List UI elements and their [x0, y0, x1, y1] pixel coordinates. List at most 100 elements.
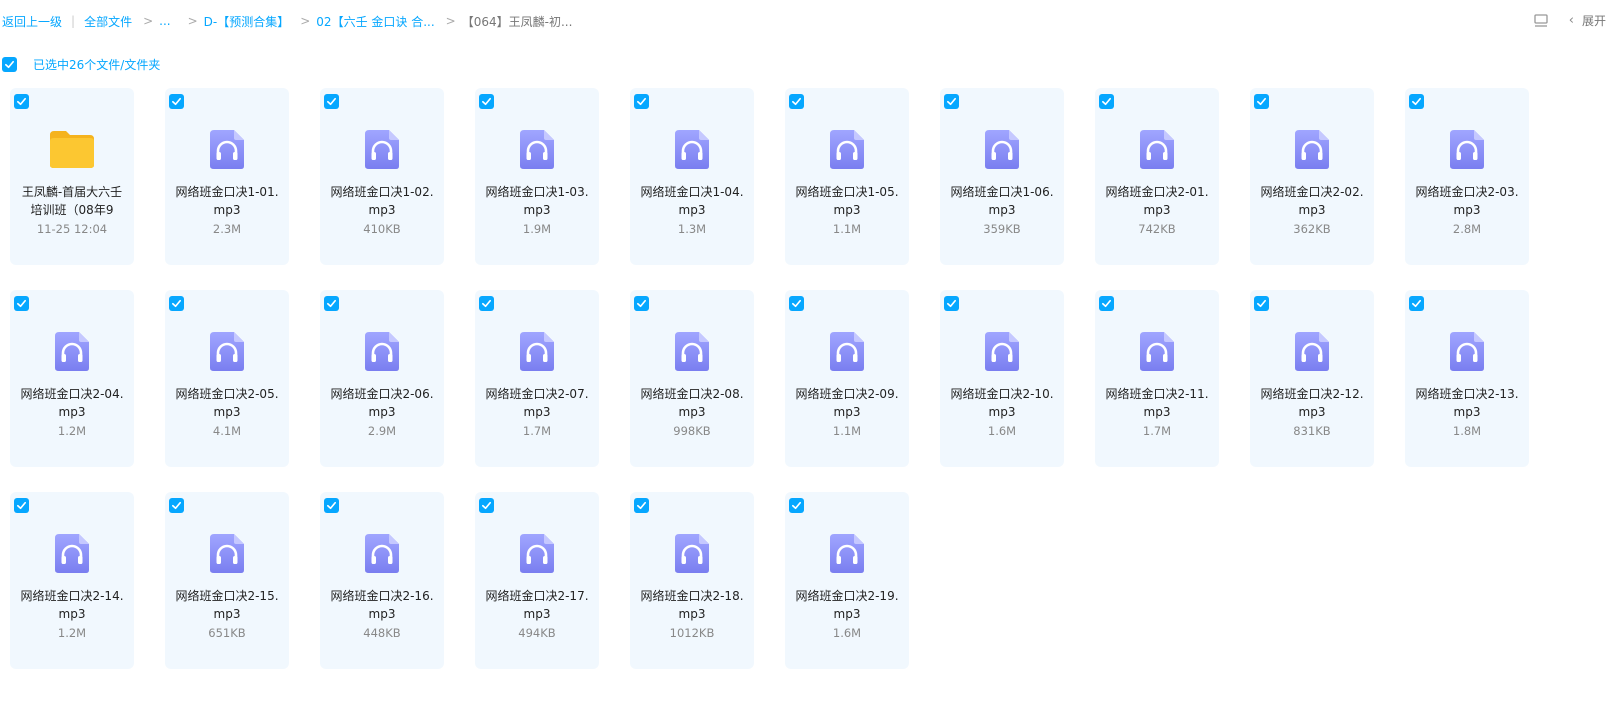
file-card[interactable]: 网络班金口决2-12.mp3 831KB	[1250, 290, 1374, 467]
check-icon	[17, 299, 26, 308]
file-card[interactable]: 网络班金口决2-02.mp3 362KB	[1250, 88, 1374, 265]
file-name: 网络班金口决2-02.mp3	[1260, 185, 1364, 217]
file-card[interactable]: 网络班金口决2-14.mp3 1.2M	[10, 492, 134, 669]
check-icon	[947, 299, 956, 308]
item-checkbox[interactable]	[324, 296, 339, 311]
file-card[interactable]: 网络班金口决2-07.mp3 1.7M	[475, 290, 599, 467]
audio-file-icon	[824, 328, 870, 374]
item-checkbox[interactable]	[169, 498, 184, 513]
breadcrumb-divider: |	[71, 14, 76, 28]
audio-file-icon	[514, 530, 560, 576]
check-icon	[637, 97, 646, 106]
item-checkbox[interactable]	[1254, 94, 1269, 109]
file-card[interactable]: 网络班金口决2-10.mp3 1.6M	[940, 290, 1064, 467]
check-icon	[1257, 299, 1266, 308]
file-card[interactable]: 网络班金口决2-01.mp3 742KB	[1095, 88, 1219, 265]
file-name: 网络班金口决2-18.mp3	[640, 589, 744, 621]
file-name: 网络班金口决2-12.mp3	[1260, 387, 1364, 419]
file-card[interactable]: 网络班金口决1-06.mp3 359KB	[940, 88, 1064, 265]
item-checkbox[interactable]	[324, 94, 339, 109]
file-card[interactable]: 网络班金口决1-05.mp3 1.1M	[785, 88, 909, 265]
file-card[interactable]: 网络班金口决2-15.mp3 651KB	[165, 492, 289, 669]
item-checkbox[interactable]	[1254, 296, 1269, 311]
breadcrumb-item-ellipsis[interactable]: ...	[159, 14, 170, 28]
audio-file-icon	[514, 126, 560, 172]
item-checkbox[interactable]	[789, 296, 804, 311]
audio-file-icon	[204, 126, 250, 172]
file-card[interactable]: 网络班金口决1-03.mp3 1.9M	[475, 88, 599, 265]
file-size: 494KB	[518, 626, 556, 640]
item-checkbox[interactable]	[14, 94, 29, 109]
check-icon	[792, 299, 801, 308]
check-icon	[1102, 299, 1111, 308]
check-icon	[172, 501, 181, 510]
top-bar: 返回上一级 | 全部文件 > ... > D-【预测合集】 > 02【六壬 金口…	[0, 0, 1618, 42]
item-checkbox[interactable]	[789, 498, 804, 513]
item-checkbox[interactable]	[634, 498, 649, 513]
modified-time: 11-25 12:04	[36, 222, 108, 236]
item-checkbox[interactable]	[14, 296, 29, 311]
file-name: 网络班金口决1-01.mp3	[175, 185, 279, 217]
file-size: 1.7M	[1142, 424, 1172, 438]
file-size: 1.2M	[57, 626, 87, 640]
list-view-icon[interactable]	[1533, 13, 1549, 29]
item-checkbox[interactable]	[14, 498, 29, 513]
file-card[interactable]: 网络班金口决2-05.mp3 4.1M	[165, 290, 289, 467]
file-name: 网络班金口决1-06.mp3	[950, 185, 1054, 217]
expand-button[interactable]: ‹ 展开	[1569, 12, 1606, 29]
file-card[interactable]: 网络班金口决2-04.mp3 1.2M	[10, 290, 134, 467]
file-card[interactable]: 网络班金口决2-06.mp3 2.9M	[320, 290, 444, 467]
file-card[interactable]: 网络班金口决2-11.mp3 1.7M	[1095, 290, 1219, 467]
file-card[interactable]: 网络班金口决1-01.mp3 2.3M	[165, 88, 289, 265]
back-link[interactable]: 返回上一级	[2, 13, 62, 30]
audio-file-icon	[824, 530, 870, 576]
select-all-checkbox[interactable]	[2, 56, 17, 72]
item-checkbox[interactable]	[634, 296, 649, 311]
chevron-right-icon: >	[143, 14, 154, 28]
breadcrumb-item-all-files[interactable]: 全部文件	[84, 13, 132, 30]
item-checkbox[interactable]	[1099, 296, 1114, 311]
file-card[interactable]: 网络班金口决2-08.mp3 998KB	[630, 290, 754, 467]
item-checkbox[interactable]	[1409, 94, 1424, 109]
file-card[interactable]: 网络班金口决1-04.mp3 1.3M	[630, 88, 754, 265]
file-card[interactable]: 网络班金口决2-18.mp3 1012KB	[630, 492, 754, 669]
breadcrumb-item-liuren[interactable]: 02【六壬 金口诀 合...	[316, 13, 434, 30]
item-checkbox[interactable]	[1099, 94, 1114, 109]
check-icon	[1257, 97, 1266, 106]
file-card[interactable]: 网络班金口决2-03.mp3 2.8M	[1405, 88, 1529, 265]
item-checkbox[interactable]	[479, 296, 494, 311]
file-size: 651KB	[208, 626, 246, 640]
file-size: 1.1M	[832, 222, 862, 236]
item-checkbox[interactable]	[944, 296, 959, 311]
file-size: 1.3M	[677, 222, 707, 236]
audio-file-icon	[979, 328, 1025, 374]
item-checkbox[interactable]	[634, 94, 649, 109]
file-size: 359KB	[983, 222, 1021, 236]
audio-file-icon	[204, 328, 250, 374]
file-card[interactable]: 网络班金口决2-13.mp3 1.8M	[1405, 290, 1529, 467]
file-size: 998KB	[673, 424, 711, 438]
file-name: 网络班金口决2-08.mp3	[640, 387, 744, 419]
file-name: 网络班金口决2-06.mp3	[330, 387, 434, 419]
file-card[interactable]: 网络班金口决2-17.mp3 494KB	[475, 492, 599, 669]
item-checkbox[interactable]	[789, 94, 804, 109]
item-checkbox[interactable]	[944, 94, 959, 109]
file-size: 1.6M	[832, 626, 862, 640]
breadcrumb-item-predict[interactable]: D-【预测合集】	[204, 13, 290, 30]
check-icon	[17, 97, 26, 106]
item-checkbox[interactable]	[1409, 296, 1424, 311]
item-checkbox[interactable]	[169, 296, 184, 311]
item-checkbox[interactable]	[479, 498, 494, 513]
file-card[interactable]: 网络班金口决2-19.mp3 1.6M	[785, 492, 909, 669]
folder-card[interactable]: 王凤麟-首届大六壬培训班（08年9 11-25 12:04	[10, 88, 134, 265]
chevron-left-icon: ‹	[1568, 13, 1574, 28]
file-name: 网络班金口决2-05.mp3	[175, 387, 279, 419]
check-icon	[5, 60, 14, 68]
item-checkbox[interactable]	[169, 94, 184, 109]
file-card[interactable]: 网络班金口决1-02.mp3 410KB	[320, 88, 444, 265]
file-name: 网络班金口决2-17.mp3	[485, 589, 589, 621]
file-card[interactable]: 网络班金口决2-16.mp3 448KB	[320, 492, 444, 669]
file-card[interactable]: 网络班金口决2-09.mp3 1.1M	[785, 290, 909, 467]
item-checkbox[interactable]	[479, 94, 494, 109]
item-checkbox[interactable]	[324, 498, 339, 513]
